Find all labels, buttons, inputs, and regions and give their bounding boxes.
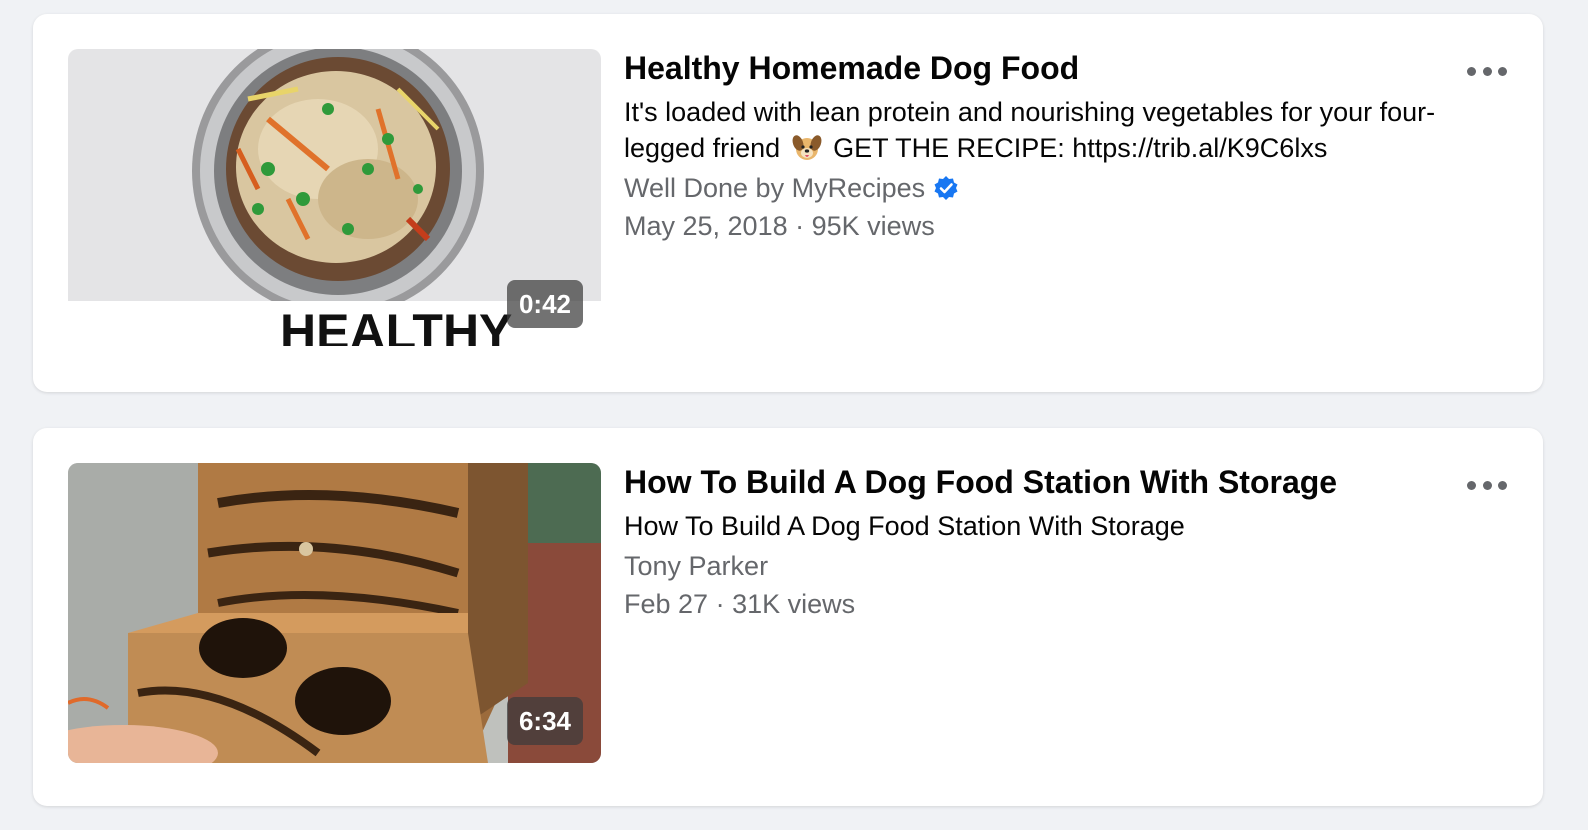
video-info: Healthy Homemade Dog Food It's loaded wi… xyxy=(624,48,1453,244)
verified-badge-icon xyxy=(934,176,958,200)
video-date: Feb 27 xyxy=(624,589,709,619)
more-options-dot xyxy=(1482,66,1492,76)
video-duration-badge: 6:34 xyxy=(506,697,583,745)
video-title[interactable]: How To Build A Dog Food Station With Sto… xyxy=(624,462,1453,502)
more-options-button[interactable] xyxy=(1467,58,1507,84)
more-options-dot xyxy=(1498,66,1507,76)
video-duration-badge: 0:42 xyxy=(506,280,583,328)
thumbnail-caption: HEALTHY xyxy=(280,304,512,346)
video-views: 31K views xyxy=(732,589,856,619)
description-link-text: GET THE RECIPE: https://trib.al/K9C6lxs xyxy=(833,133,1328,163)
video-thumbnail[interactable]: HEALTHY 0:42 xyxy=(68,49,601,346)
video-card: 6:34 How To Build A Dog Food Station Wit… xyxy=(33,428,1543,806)
video-description: It's loaded with lean protein and nouris… xyxy=(624,94,1453,166)
video-title[interactable]: Healthy Homemade Dog Food xyxy=(624,48,1453,88)
video-thumbnail[interactable]: 6:34 xyxy=(68,463,601,763)
video-meta: May 25, 2018 · 95K views xyxy=(624,208,1453,244)
channel-name[interactable]: Well Done by MyRecipes xyxy=(624,170,1453,206)
more-options-button[interactable] xyxy=(1467,472,1507,498)
video-info: How To Build A Dog Food Station With Sto… xyxy=(624,462,1453,622)
dog-face-icon xyxy=(792,135,822,160)
meta-separator: · xyxy=(715,589,725,619)
more-options-dot xyxy=(1498,480,1507,490)
more-options-dot xyxy=(1482,480,1492,490)
video-date: May 25, 2018 xyxy=(624,211,788,241)
channel-name[interactable]: Tony Parker xyxy=(624,548,1453,584)
video-meta: Feb 27 · 31K views xyxy=(624,586,1453,622)
meta-separator: · xyxy=(795,211,805,241)
video-description: How To Build A Dog Food Station With Sto… xyxy=(624,511,1185,541)
more-options-icon xyxy=(1467,480,1476,490)
video-feed: HEALTHY 0:42 Healthy Homemade Dog Food I… xyxy=(0,0,1588,830)
video-views: 95K views xyxy=(811,211,935,241)
video-card: HEALTHY 0:42 Healthy Homemade Dog Food I… xyxy=(33,14,1543,392)
channel-label: Tony Parker xyxy=(624,551,769,581)
channel-label: Well Done by MyRecipes xyxy=(624,173,926,203)
more-options-icon xyxy=(1467,66,1476,76)
